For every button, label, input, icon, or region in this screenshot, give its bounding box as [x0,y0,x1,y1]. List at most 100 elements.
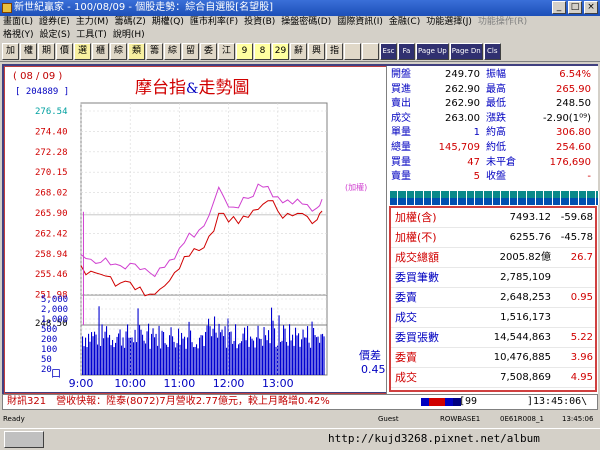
close-button[interactable]: × [584,1,598,14]
menu-item-row2-3[interactable]: 工具(T) [73,29,110,42]
volume-bar [253,340,255,375]
bar-dash [560,191,562,205]
toolbar-button-18[interactable]: 興 [308,43,325,60]
volume-bar [220,332,222,375]
menu-item-12[interactable]: 功能操作(R) [475,16,530,29]
toolbar-button-13[interactable]: 江 [218,43,235,60]
toolbar-button-9[interactable]: 籌 [146,43,163,60]
chart-volume-box: [ 204889 ] [15,87,70,97]
bar-dash [526,191,527,205]
toolbar-button-14[interactable]: 9 [236,43,253,60]
volume-bar [259,338,261,375]
volume-bar [145,343,147,375]
index-row: 成交 7,508,869 4.95 [391,368,595,388]
menu-item-6[interactable]: 匯市利率(F) [187,16,241,29]
toolbar-button-15[interactable]: 8 [254,43,271,60]
volume-bar [269,343,271,375]
quote-label: 約高 [486,127,506,139]
chart-plot: 276.54 274.40 272.28 270.15 268.02 265.90 262.… [35,102,367,390]
volume-bar [248,346,250,375]
toolbar-button-2[interactable]: 權 [20,43,37,60]
menu-item-9[interactable]: 國際資訊(I) [334,16,386,29]
menu-item-5[interactable]: 期權(Q) [149,16,187,29]
start-button[interactable] [4,431,44,448]
bar-dash [551,191,553,205]
quote-label: 最低 [486,98,506,110]
quote-label: 單量 [391,127,411,139]
volume-bar [160,348,162,375]
volume-bar [146,331,148,375]
quote-label: 振幅 [486,69,506,80]
chart-title-main: 摩台指 [135,78,186,98]
volume-bar [92,336,94,375]
toolbar-button-12[interactable]: 委 [200,43,217,60]
toolbar-button-23[interactable]: Fa [398,43,415,60]
volume-bar [287,345,289,375]
toolbar-button-10[interactable]: 綜 [164,43,181,60]
menu-item-row2-1[interactable]: 格視(Y) [0,29,37,42]
toolbar-button-8[interactable]: 類 [128,43,145,60]
menu-item-row2-4[interactable]: 說明(H) [110,29,148,42]
volume-bar [211,336,213,375]
app-window: 新世紀贏家 - 100/08/09 - 個股走勢：綜合自選股[名望股] _ □ … [0,0,600,450]
toolbar-button-1[interactable]: 加 [2,43,19,60]
toolbar-button-22[interactable]: Esc [380,43,397,60]
quote-value: 263.00 [445,112,480,124]
toolbar-button-19[interactable]: 指 [326,43,343,60]
toolbar-button-17[interactable]: 辭 [290,43,307,60]
volume-bar [224,326,226,375]
quote-label: 總量 [391,141,411,153]
volume-bar [239,343,241,375]
price-tick-label: 274.40 [35,127,68,137]
volume-bar [289,324,291,375]
menu-item-row2-2[interactable]: 設定(S) [37,29,74,42]
menu-item-4[interactable]: 籌碼(Z) [112,16,149,29]
volume-bar [233,340,235,375]
menu-item-10[interactable]: 金融(C) [386,16,423,29]
toolbar-button-7[interactable]: 綜 [110,43,127,60]
maximize-button[interactable]: □ [568,1,582,14]
menu-item-2[interactable]: 證券(E) [36,16,73,29]
quote-row: 成交 263.00 漲跌 -2.90(1⁰⁹) [387,112,599,127]
volume-bar [161,330,163,375]
volume-bar [193,347,195,375]
toolbar-button-24[interactable]: Page Up [416,43,449,60]
volume-bar [268,330,270,375]
toolbar-button-20[interactable] [344,43,361,60]
toolbar-button-6[interactable]: 櫃 [92,43,109,60]
color-block [421,398,429,406]
quote-value: 254.60 [556,141,591,153]
quote-row: 賣出 262.90 最低 248.50 [387,97,599,112]
volume-bar [163,331,165,375]
news-text[interactable]: 財訊321 營收快報：陞泰(8072)7月營收2.77億元，較上月略增0.42% [7,395,330,409]
minimize-button[interactable]: _ [552,1,566,14]
toolbar-button-26[interactable]: Cls [483,43,501,60]
volume-bar [280,341,282,375]
toolbar-button-11[interactable]: 留 [182,43,199,60]
volume-bar [250,336,252,375]
volume-bar [155,333,157,375]
index-row: 成交 1,516,173 [391,308,595,328]
menu-item-8[interactable]: 操盤密碼(D) [278,16,334,29]
menu-item-11[interactable]: 功能選擇(J) [423,16,475,29]
app-icon [2,3,12,13]
toolbar-button-25[interactable]: Page Dn [449,43,483,60]
quote-label: 未平倉 [486,156,516,168]
volume-bar [119,329,121,375]
news-ticker[interactable]: 財訊321 營收快報：陞泰(8072)7月營收2.77億元，較上月略增0.42%… [2,394,598,410]
volume-bar [202,335,204,375]
market-index-table: 加權(含) 7493.12 -59.68 加權(不) 6255.76 -45.78 成交總額… [389,206,597,392]
quote-label: 漲跌 [486,112,506,124]
toolbar-button-16[interactable]: 29 [272,43,289,60]
toolbar-button-5[interactable]: 選 [74,43,91,60]
title-bar[interactable]: 新世紀贏家 - 100/08/09 - 個股走勢：綜合自選股[名望股] _ □ … [0,0,600,16]
volume-bar [244,327,246,375]
quote-label: 開盤 [391,69,411,80]
toolbar-button-3[interactable]: 期 [38,43,55,60]
stock-code-input[interactable]: [99 [459,395,477,409]
menu-item-7[interactable]: 投資(B) [241,16,278,29]
menu-item-3[interactable]: 主力(M) [73,16,112,29]
toolbar-button-21[interactable] [362,43,379,60]
toolbar-button-4[interactable]: 價 [56,43,73,60]
menu-item-1[interactable]: 畫面(L) [0,16,36,29]
